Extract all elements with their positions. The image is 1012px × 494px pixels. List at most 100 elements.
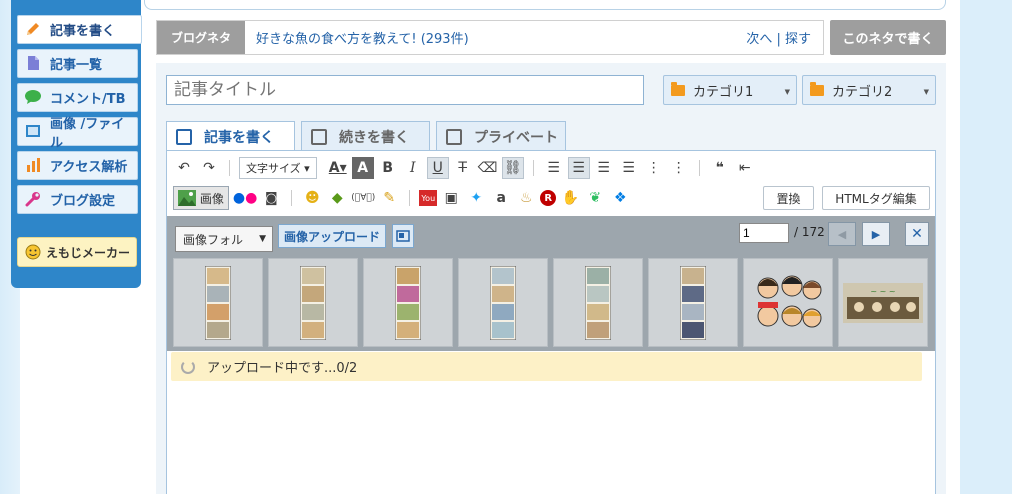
image-panel: 画像フォル ▼ 画像アップロード / 172 ◀ ▶ ✕ (167, 216, 935, 351)
category2-select[interactable]: カテゴリ2 ▼ (802, 75, 936, 105)
resize-icon[interactable] (392, 224, 414, 248)
flickr-icon[interactable]: ● ● (233, 187, 257, 209)
html-tag-edit-button[interactable]: HTMLタグ編集 (822, 186, 930, 210)
editor-area: ↶ ↷ 文字サイズ ▾ A▾ A B I U T ⌫ ⛓ ☰ ☰ ☰ ☰ ⋮ ⋮… (166, 150, 936, 494)
sidebar-item-analytics[interactable]: アクセス解析 (17, 151, 138, 180)
sidebar-item-label: コメント/TB (50, 92, 126, 107)
font-color-icon[interactable]: A▾ (327, 157, 349, 179)
sidebar-item-label: 記事を書く (50, 24, 116, 39)
image-thumbnail[interactable]: ~ ~ ~ (838, 258, 928, 347)
close-panel-button[interactable]: ✕ (905, 222, 929, 246)
instagram-icon[interactable]: ◙ (260, 187, 282, 209)
category1-select[interactable]: カテゴリ1 ▼ (663, 75, 797, 105)
image-thumbnail[interactable] (743, 258, 833, 347)
link-icon[interactable]: ⛓ (501, 157, 524, 179)
indent-icon[interactable]: ⇤ (734, 157, 756, 179)
draw-icon[interactable]: ✎ (378, 187, 400, 209)
sidebar-separator (11, 219, 141, 229)
image-thumbnail[interactable] (648, 258, 738, 347)
image-thumbnail[interactable] (268, 258, 358, 347)
bullet-list-icon[interactable]: ⋮ (643, 157, 665, 179)
sidebar-item-write-article[interactable]: 記事を書く (17, 15, 142, 44)
emoji-icon[interactable]: ☻ (301, 187, 323, 209)
chevron-down-icon: ▼ (923, 88, 929, 96)
image-folder-select[interactable]: 画像フォル ▼ (175, 226, 273, 252)
niconico-icon[interactable]: ▣ (440, 187, 462, 209)
clear-format-icon[interactable]: ⌫ (477, 157, 499, 179)
align-justify-icon[interactable]: ☰ (618, 157, 640, 179)
article-title-input[interactable] (166, 75, 644, 105)
toolbar-divider (291, 190, 293, 206)
edit-icon (176, 129, 192, 145)
sidebar-item-images[interactable]: 画像 /ファイル (17, 117, 138, 151)
bold-icon[interactable]: B (377, 157, 399, 179)
tab-label: 続きを書く (339, 129, 409, 146)
sidebar-item-label: 記事一覧 (50, 58, 103, 73)
tab-write-article[interactable]: 記事を書く (166, 121, 295, 152)
toolbar-divider (229, 160, 230, 176)
sidebar-item-comments[interactable]: コメント/TB (17, 83, 138, 112)
tab-private[interactable]: プライベート (436, 121, 566, 151)
chevron-down-icon: ▼ (259, 234, 266, 244)
insert-image-button[interactable]: 画像 (173, 186, 229, 210)
page-total-label: / 172 (794, 225, 825, 239)
sidebar: 記事を書く 記事一覧 コメント/TB 画像 /ファイル アクセス解析 ブログ設定 (11, 0, 142, 288)
rakuten-icon[interactable]: R (540, 190, 557, 206)
next-page-button[interactable]: ▶ (862, 222, 890, 246)
write-with-topic-button[interactable]: このネタで書く (830, 20, 946, 55)
speech-bubble-icon (24, 89, 42, 107)
hand-icon[interactable]: ✋ (559, 187, 581, 209)
image-thumbnail[interactable] (458, 258, 548, 347)
redo-icon[interactable]: ↷ (198, 157, 220, 179)
tab-label: 記事を書く (204, 130, 274, 146)
image-upload-button[interactable]: 画像アップロード (278, 224, 386, 248)
pencil-icon (24, 21, 42, 39)
toolbar-row-2: 画像 ● ● ◙ ☻ ◆ (ﾟ∀ﾟ) ✎ You ▣ ✦ a ♨ R ✋ ❦ ❖ (173, 184, 634, 212)
undo-icon[interactable]: ↶ (173, 157, 195, 179)
blog-topic-link[interactable]: 好きな魚の食べ方を教えて! (293件) (245, 28, 746, 47)
align-right-icon[interactable]: ☰ (593, 157, 615, 179)
deco-emoji-icon[interactable]: ◆ (326, 187, 348, 209)
numbered-list-icon[interactable]: ⋮ (668, 157, 690, 179)
underline-icon[interactable]: U (426, 157, 449, 179)
emoji-face-icon (24, 243, 42, 261)
image-thumbnail[interactable] (363, 258, 453, 347)
blog-topic-label: ブログネタ (157, 21, 245, 54)
loading-spinner-icon (181, 359, 195, 374)
document-list-icon (24, 55, 42, 73)
folder-icon (810, 81, 824, 96)
toolbar-divider (532, 160, 534, 176)
emoji-maker-button[interactable]: えもじメーカー (17, 237, 137, 267)
sidebar-item-article-list[interactable]: 記事一覧 (17, 49, 138, 78)
blog-topic-nav-links[interactable]: 次へ | 探す (746, 28, 823, 47)
kaomoji-icon[interactable]: (ﾟ∀ﾟ) (351, 187, 375, 209)
chevron-left-icon: ◀ (837, 227, 847, 241)
amazon-icon[interactable]: a (490, 187, 512, 209)
edit-icon (311, 128, 327, 145)
blockquote-icon[interactable]: ❝ (709, 157, 731, 179)
tab-continue-writing[interactable]: 続きを書く (301, 121, 430, 151)
align-center-icon[interactable]: ☰ (567, 157, 590, 179)
page-number-input[interactable] (739, 223, 789, 243)
sidebar-item-blog-settings[interactable]: ブログ設定 (17, 185, 138, 214)
image-thumbnail[interactable] (553, 258, 643, 347)
strikethrough-icon[interactable]: T (452, 157, 474, 179)
recipe-icon[interactable]: ♨ (515, 187, 537, 209)
youtube-icon[interactable]: You (419, 190, 438, 206)
background-color-icon[interactable]: A (351, 157, 374, 179)
prev-page-button[interactable]: ◀ (828, 222, 856, 246)
align-left-icon[interactable]: ☰ (543, 157, 565, 179)
chevron-down-icon: ▼ (784, 88, 790, 96)
top-frame (144, 0, 946, 10)
italic-icon[interactable]: I (402, 157, 424, 179)
dropbox-icon[interactable]: ❖ (609, 187, 631, 209)
folder-icon (671, 81, 685, 96)
font-size-select[interactable]: 文字サイズ ▾ (239, 157, 317, 179)
close-icon: ✕ (911, 226, 923, 242)
replace-button[interactable]: 置換 (763, 186, 814, 210)
image-thumbnail[interactable] (173, 258, 263, 347)
evernote-icon[interactable]: ❦ (584, 187, 606, 209)
category1-value: カテゴリ1 (693, 84, 754, 100)
image-file-icon (24, 123, 42, 141)
twitter-icon[interactable]: ✦ (465, 187, 487, 209)
